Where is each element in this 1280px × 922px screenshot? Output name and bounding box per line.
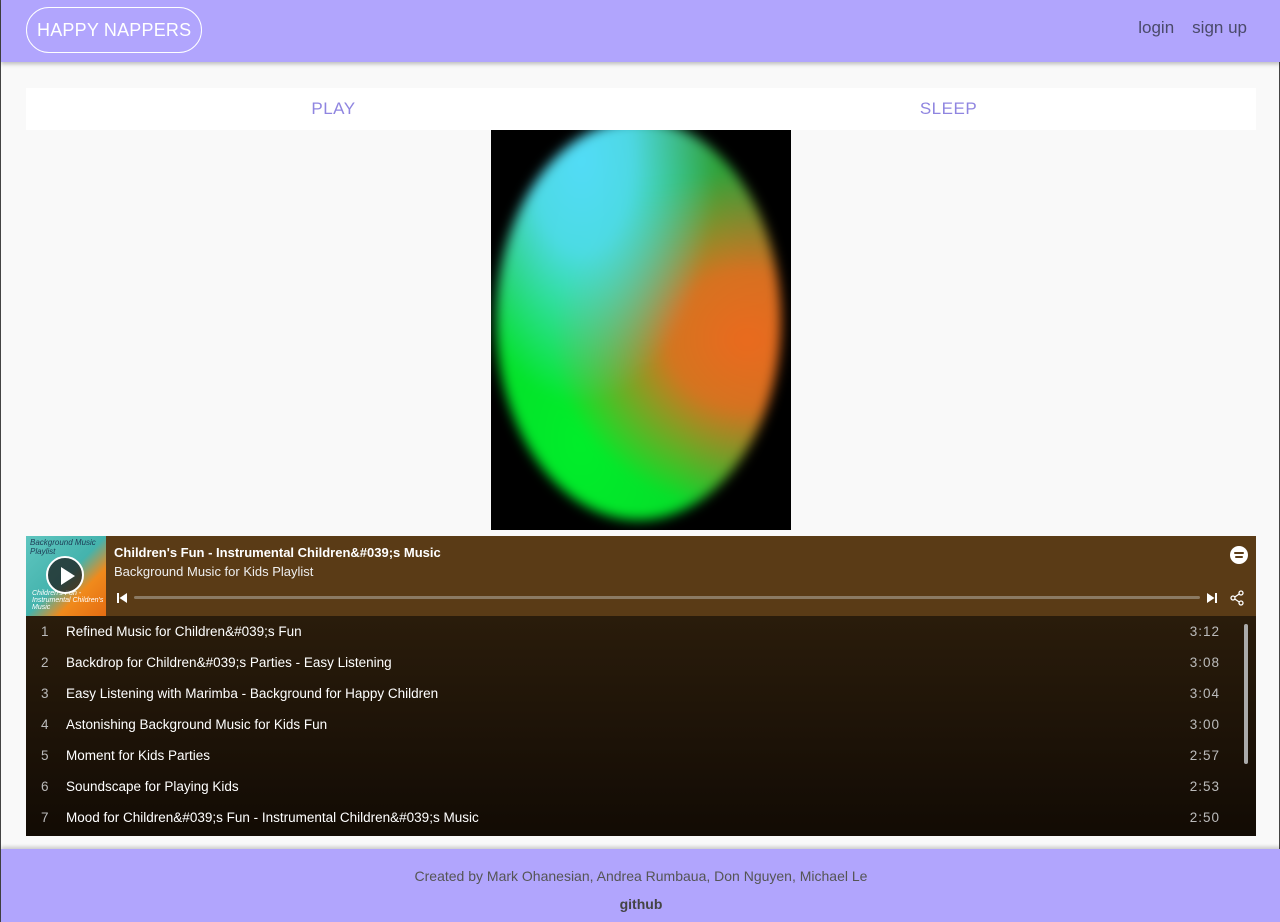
spotify-player: Background Music Playlist Children's Fun…	[26, 536, 1256, 836]
share-icon[interactable]	[1229, 590, 1245, 606]
track-row[interactable]: 7 Mood for Children&#039;s Fun - Instrum…	[26, 802, 1256, 833]
track-name: Mood for Children&#039;s Fun - Instrumen…	[66, 810, 479, 825]
color-visualizer	[491, 130, 791, 530]
track-row[interactable]: 1 Refined Music for Children&#039;s Fun …	[26, 616, 1256, 647]
track-duration: 2:57	[1189, 748, 1220, 763]
track-duration: 2:50	[1189, 810, 1220, 825]
cover-text-top: Background Music Playlist	[30, 538, 96, 556]
playlist-name[interactable]: Background Music for Kids Playlist	[114, 564, 313, 579]
track-name: Astonishing Background Music for Kids Fu…	[66, 717, 328, 732]
track-row[interactable]: 4 Astonishing Background Music for Kids …	[26, 709, 1256, 740]
track-duration: 2:53	[1189, 779, 1220, 794]
gradient-blob	[496, 130, 781, 520]
track-row[interactable]: 6 Soundscape for Playing Kids 2:53	[26, 771, 1256, 802]
track-number: 4	[41, 717, 49, 732]
track-duration: 3:04	[1189, 686, 1220, 701]
track-number: 2	[41, 655, 49, 670]
footer: Created by Mark Ohanesian, Andrea Rumbau…	[1, 849, 1280, 922]
track-name: Moment for Kids Parties	[66, 748, 211, 763]
footer-credits: Created by Mark Ohanesian, Andrea Rumbau…	[414, 868, 868, 884]
skip-forward-icon[interactable]	[1206, 592, 1218, 604]
current-track-title[interactable]: Children's Fun - Instrumental Children&#…	[114, 545, 441, 560]
track-row[interactable]: 3 Easy Listening with Marimba - Backgrou…	[26, 678, 1256, 709]
track-row[interactable]: 2 Backdrop for Children&#039;s Parties -…	[26, 647, 1256, 678]
skip-back-icon[interactable]	[116, 592, 128, 604]
navbar: HAPPY NAPPERS login sign up	[1, 0, 1280, 62]
track-number: 1	[41, 624, 49, 639]
track-name: Backdrop for Children&#039;s Parties - E…	[66, 655, 392, 670]
spotify-logo-icon[interactable]	[1230, 546, 1248, 564]
tab-sleep[interactable]: SLEEP	[641, 88, 1256, 130]
mode-tabs: PLAY SLEEP	[26, 88, 1256, 130]
progress-bar[interactable]	[134, 596, 1200, 599]
tab-play[interactable]: PLAY	[26, 88, 641, 130]
nav-links: login sign up	[1138, 18, 1247, 38]
brand-logo[interactable]: HAPPY NAPPERS	[26, 7, 203, 53]
github-link[interactable]: github	[1, 896, 1280, 912]
album-cover: Background Music Playlist Children's Fun…	[26, 536, 106, 616]
track-number: 6	[41, 779, 49, 794]
track-number: 3	[41, 686, 49, 701]
track-duration: 3:12	[1189, 624, 1220, 639]
track-row[interactable]: 5 Moment for Kids Parties 2:57	[26, 740, 1256, 771]
track-number: 7	[41, 810, 49, 825]
track-name: Soundscape for Playing Kids	[66, 779, 239, 794]
login-link[interactable]: login	[1138, 18, 1174, 38]
tracklist-scrollbar[interactable]	[1244, 624, 1248, 764]
track-name: Easy Listening with Marimba - Background…	[66, 686, 439, 701]
play-icon[interactable]	[46, 556, 84, 594]
track-duration: 3:00	[1189, 717, 1220, 732]
track-number: 5	[41, 748, 49, 763]
track-name: Refined Music for Children&#039;s Fun	[66, 624, 302, 639]
track-list: 1 Refined Music for Children&#039;s Fun …	[26, 616, 1256, 836]
track-duration: 3:08	[1189, 655, 1220, 670]
sign-up-link[interactable]: sign up	[1192, 18, 1247, 38]
